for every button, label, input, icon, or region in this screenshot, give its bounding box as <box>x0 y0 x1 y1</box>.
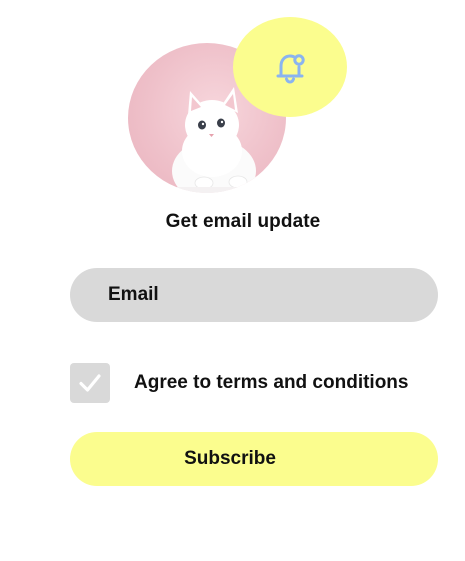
subscribe-button-label: Subscribe <box>184 448 276 469</box>
notification-badge <box>233 17 347 117</box>
checkmark-icon <box>79 374 101 392</box>
terms-checkbox[interactable] <box>70 363 110 403</box>
email-field[interactable]: Email <box>70 268 438 322</box>
page-title: Get email update <box>165 211 321 232</box>
email-field-label: Email <box>108 284 159 305</box>
bell-icon <box>276 54 305 84</box>
terms-label: Agree to terms and conditions <box>134 372 409 393</box>
subscribe-button[interactable]: Subscribe <box>70 432 438 486</box>
